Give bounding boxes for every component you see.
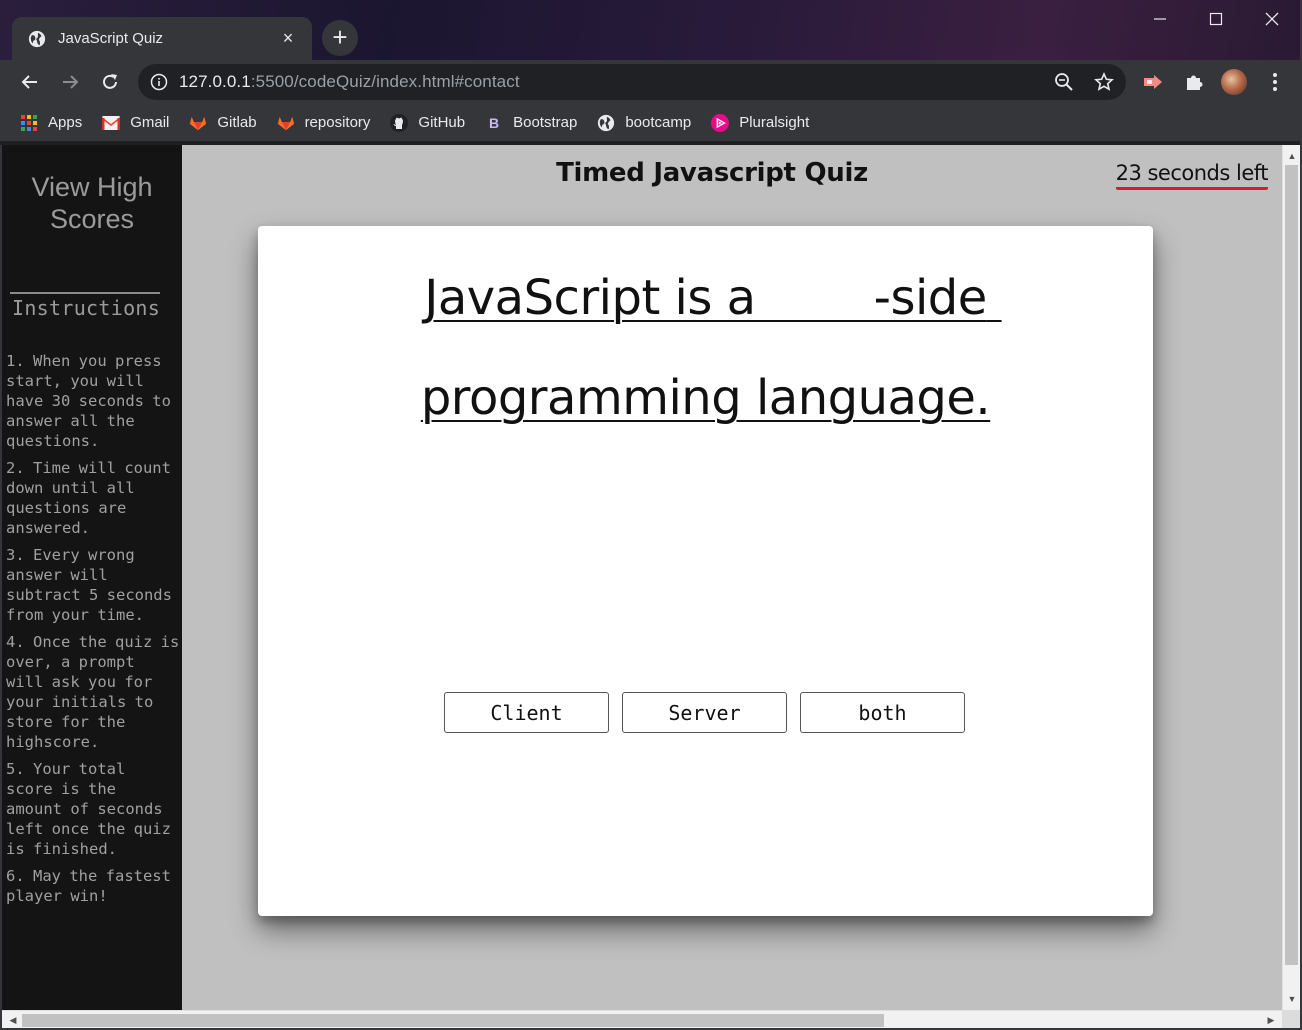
pluralsight-icon	[711, 113, 730, 132]
svg-text:B: B	[489, 115, 499, 131]
gitlab-icon	[189, 114, 207, 132]
scroll-up-icon[interactable]: ▲	[1283, 147, 1301, 165]
page-title: Timed Javascript Quiz	[556, 158, 868, 188]
bookmark-apps[interactable]: Apps	[20, 114, 82, 132]
view-high-scores-link[interactable]: View High Scores	[2, 171, 182, 235]
gmail-icon	[102, 114, 121, 132]
bookmark-label: Gmail	[130, 114, 170, 131]
bookmarks-bar: Apps Gmail Gitlab repository GitHub B Bo…	[0, 104, 1302, 142]
tab-title: JavaScript Quiz	[58, 30, 164, 47]
window-frame	[0, 145, 2, 1030]
bookmark-label: bootcamp	[625, 114, 692, 131]
address-bar[interactable]: 127.0.0.1:5500/codeQuiz/index.html#conta…	[138, 64, 1126, 100]
instructions-heading: Instructions	[12, 296, 161, 320]
url-host: 127.0.0.1	[179, 72, 251, 91]
bookmark-pluralsight[interactable]: Pluralsight	[711, 113, 810, 132]
bootstrap-icon: B	[485, 113, 504, 132]
url-path: :5500/codeQuiz/index.html#contact	[250, 72, 520, 91]
instructions-list: 1. When you press start, you will have 3…	[6, 351, 180, 913]
answer-button-client[interactable]: Client	[444, 692, 609, 733]
profile-avatar[interactable]	[1221, 69, 1247, 95]
bookmark-label: GitHub	[418, 114, 466, 131]
menu-kebab-icon[interactable]	[1264, 71, 1286, 93]
scroll-right-icon[interactable]: ▶	[1262, 1011, 1280, 1029]
quiz-card: JavaScript is a -side programming langua…	[258, 226, 1153, 916]
instruction-item: 1. When you press start, you will have 3…	[6, 352, 171, 450]
instruction-item: 4. Once the quiz is over, a prompt will …	[6, 633, 180, 751]
site-info-icon[interactable]	[150, 73, 168, 91]
window-close-icon[interactable]	[1244, 4, 1300, 34]
forward-icon[interactable]	[56, 68, 84, 96]
new-tab-button[interactable]: +	[322, 20, 358, 56]
gitlab-icon	[277, 114, 295, 132]
url-text: 127.0.0.1:5500/codeQuiz/index.html#conta…	[179, 72, 520, 92]
reload-icon[interactable]	[96, 68, 124, 96]
bookmark-github[interactable]: GitHub	[390, 113, 466, 132]
bookmark-label: repository	[304, 114, 371, 131]
sidebar: View High Scores Instructions 1. When yo…	[2, 145, 182, 1010]
bookmark-label: Gitlab	[217, 114, 257, 131]
zoom-icon[interactable]	[1054, 72, 1074, 92]
scrollbar-corner	[1282, 1010, 1300, 1028]
scroll-left-icon[interactable]: ◀	[4, 1011, 22, 1029]
instruction-item: 6. May the fastest player win!	[6, 867, 171, 905]
tab-close-icon[interactable]: ×	[278, 28, 298, 49]
bookmark-star-icon[interactable]	[1094, 72, 1114, 92]
horizontal-scrollbar[interactable]: ◀ ▶	[2, 1010, 1282, 1028]
question-text: JavaScript is a -side programming langua…	[258, 248, 1153, 448]
answer-button-both[interactable]: both	[800, 692, 965, 733]
vertical-scroll-thumb[interactable]	[1285, 165, 1298, 965]
bookmark-label: Pluralsight	[739, 114, 810, 131]
apps-grid-icon	[20, 114, 38, 132]
bookmark-label: Bootstrap	[513, 114, 578, 131]
scroll-down-icon[interactable]: ▼	[1283, 990, 1301, 1008]
answer-button-server[interactable]: Server	[622, 692, 787, 733]
question-content: JavaScript is a -side programming langua…	[420, 270, 1002, 426]
sidebar-divider	[10, 292, 160, 294]
bookmark-gmail[interactable]: Gmail	[102, 114, 169, 132]
bookmark-repository[interactable]: repository	[277, 114, 371, 132]
bookmark-bootcamp[interactable]: bootcamp	[597, 114, 691, 132]
minimize-icon[interactable]	[1132, 4, 1188, 34]
bookmark-gitlab[interactable]: Gitlab	[189, 114, 257, 132]
bookmark-bootstrap[interactable]: B Bootstrap	[485, 113, 578, 132]
answer-choices: Client Server both	[444, 692, 965, 733]
extensions-puzzle-icon[interactable]	[1183, 71, 1205, 93]
browser-tab[interactable]: JavaScript Quiz ×	[12, 17, 312, 60]
horizontal-scroll-thumb[interactable]	[22, 1014, 884, 1027]
bookmark-label: Apps	[48, 114, 83, 131]
instruction-item: 2. Time will count down until all questi…	[6, 459, 171, 537]
browser-titlebar: JavaScript Quiz × +	[0, 0, 1302, 60]
instruction-item: 5. Your total score is the amount of sec…	[6, 760, 171, 858]
back-icon[interactable]	[16, 68, 44, 96]
page-viewport: View High Scores Instructions 1. When yo…	[2, 145, 1282, 1010]
globe-icon	[28, 30, 46, 47]
vertical-scrollbar[interactable]: ▲ ▼	[1282, 145, 1300, 1010]
extension-cast-icon[interactable]	[1142, 71, 1164, 93]
countdown-timer: 23 seconds left	[1115, 161, 1269, 190]
instruction-item: 3. Every wrong answer will subtract 5 se…	[6, 546, 172, 624]
github-icon	[390, 113, 409, 132]
browser-toolbar: 127.0.0.1:5500/codeQuiz/index.html#conta…	[0, 60, 1302, 104]
globe-icon	[597, 114, 615, 132]
maximize-icon[interactable]	[1188, 4, 1244, 34]
